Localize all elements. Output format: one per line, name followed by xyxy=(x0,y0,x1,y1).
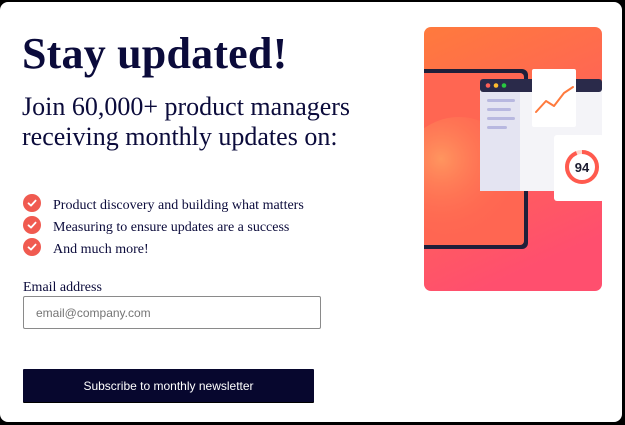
newsletter-card: Stay updated! Join 60,000+ product manag… xyxy=(0,2,622,422)
email-label: Email address xyxy=(23,280,102,295)
benefit-text: Measuring to ensure updates are a succes… xyxy=(53,220,290,235)
check-circle-icon xyxy=(23,216,41,234)
subheading: Join 60,000+ product managers receiving … xyxy=(22,92,351,151)
subscribe-button[interactable]: Subscribe to monthly newsletter xyxy=(23,369,314,402)
score-value: 94 xyxy=(575,160,590,175)
email-field[interactable] xyxy=(23,296,321,329)
check-circle-icon xyxy=(23,194,41,212)
benefit-text: And much more! xyxy=(53,242,149,257)
benefit-text: Product discovery and building what matt… xyxy=(53,198,304,213)
check-circle-icon xyxy=(23,238,41,256)
page-title: Stay updated! xyxy=(22,29,288,78)
dashboard-illustration: 94 xyxy=(424,27,602,291)
